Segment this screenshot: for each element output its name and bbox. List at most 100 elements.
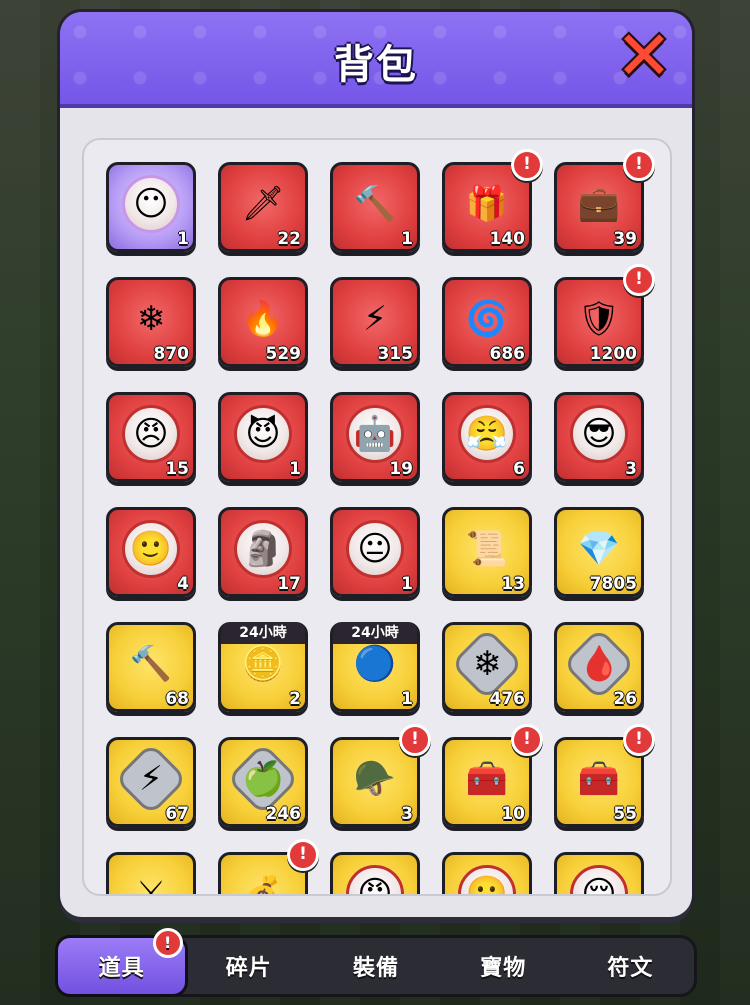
alert-badge-icon: ! bbox=[153, 928, 184, 958]
inventory-item-green-blade[interactable]: 🗡 22 bbox=[218, 162, 308, 252]
item-count: 870 bbox=[153, 344, 190, 364]
hero-shard-bandit-icon: 😎 bbox=[570, 404, 628, 463]
inventory-item-green-apple-rune[interactable]: 🍏 246 bbox=[218, 737, 308, 827]
blue-snowflake-stone-icon: ❄ bbox=[123, 291, 179, 347]
item-glyph: 😌 bbox=[581, 873, 617, 896]
inventory-item-red-fire-stone[interactable]: 🔥 529 bbox=[218, 277, 308, 367]
inventory-item-hero-shard-golem[interactable]: 🗿 17 bbox=[218, 507, 308, 597]
inventory-item-purple-gem-box[interactable]: 💼 39! bbox=[554, 149, 655, 252]
item-glyph: 💰 bbox=[241, 873, 285, 896]
category-tab-bar: 道具! 碎片 裝備 寶物 符文 bbox=[58, 928, 694, 994]
item-count: 22 bbox=[277, 229, 301, 249]
inventory-item-hero-shard-dark-hair[interactable]: 😤 6 bbox=[442, 392, 532, 482]
inventory-item-blue-diamond[interactable]: 💎 7805 bbox=[554, 507, 644, 597]
item-count: 55 bbox=[613, 804, 637, 824]
item-count: 39 bbox=[613, 229, 637, 249]
item-count: 15 bbox=[165, 459, 189, 479]
item-count: 68 bbox=[165, 689, 189, 709]
hero-shard-purple-hair-icon: 😠 bbox=[122, 404, 180, 463]
inventory-panel[interactable]: 😶 1 🗡 22 🔨 1 🎁 140! 💼 39! ❄ 870 🔥 529 ⚡ 315 🌀 686 🛡 1200! 😠 1… bbox=[82, 138, 672, 896]
tab-1[interactable]: 碎片 bbox=[185, 938, 312, 994]
duration-tag: 24小時 bbox=[333, 622, 417, 644]
item-glyph: ⚡ bbox=[363, 298, 387, 339]
inventory-item-gold-sword-badge[interactable]: ⚔ bbox=[106, 852, 196, 896]
item-count: 140 bbox=[489, 229, 526, 249]
inventory-item-purple-hammer[interactable]: 🔨 68 bbox=[106, 622, 196, 712]
inventory-item-red-drop-rune[interactable]: 🩸 26 bbox=[554, 622, 644, 712]
item-glyph: 🗿 bbox=[241, 528, 285, 569]
inventory-item-green-chest[interactable]: 🧰 55! bbox=[554, 724, 655, 827]
inventory-item-hero-shard-purple-hair[interactable]: 😠 15 bbox=[106, 392, 196, 482]
item-count: 3 bbox=[401, 804, 413, 824]
item-glyph: 😠 bbox=[133, 413, 169, 454]
gold-coins-24h-icon: 🪙 bbox=[235, 636, 291, 692]
inventory-item-blue-flower-rune[interactable]: ❄ 476 bbox=[442, 622, 532, 712]
item-count: 1 bbox=[289, 459, 301, 479]
hero-shard-gold-b-icon: 😌 bbox=[570, 864, 628, 896]
dialog-body: 😶 1 🗡 22 🔨 1 🎁 140! 💼 39! ❄ 870 🔥 529 ⚡ 315 🌀 686 🛡 1200! 😠 1… bbox=[60, 108, 692, 917]
inventory-item-gold-coins-24h[interactable]: 🪙 24小時 2 bbox=[218, 622, 308, 712]
item-glyph: 🎁 bbox=[465, 183, 509, 224]
tab-2[interactable]: 裝備 bbox=[312, 938, 439, 994]
item-glyph: 🌀 bbox=[465, 298, 509, 339]
inventory-item-hero-shard-bandit[interactable]: 😎 3 bbox=[554, 392, 644, 482]
inventory-item-orange-hammer[interactable]: 🔨 1 bbox=[330, 162, 420, 252]
item-glyph: 😐 bbox=[357, 528, 393, 569]
inventory-item-silver-coins-pack[interactable]: 💰! bbox=[218, 839, 319, 896]
hero-shard-gold-a-icon: 🙂 bbox=[458, 864, 516, 896]
item-glyph: ⚡ bbox=[139, 758, 163, 799]
inventory-item-purple-chest[interactable]: 🧰 10! bbox=[442, 724, 543, 827]
alert-badge-icon: ! bbox=[623, 264, 655, 296]
inventory-item-hero-shard-silver-hair[interactable]: 😐 1 bbox=[330, 507, 420, 597]
tab-label: 裝備 bbox=[353, 956, 400, 981]
close-button[interactable]: ✕ bbox=[614, 23, 674, 91]
inventory-item-green-wind-stone[interactable]: 🌀 686 bbox=[442, 277, 532, 367]
hero-shard-robot-icon: 🤖 bbox=[346, 404, 404, 463]
hero-shard-red-icon: 😡 bbox=[346, 864, 404, 896]
backpack-dialog: 背包 ✕ 😶 1 🗡 22 🔨 1 🎁 140! 💼 39! ❄ 870 🔥 529 ⚡ 315 🌀 686 🛡 12… bbox=[60, 12, 692, 917]
alert-badge-icon: ! bbox=[623, 149, 655, 181]
close-x-icon: ✕ bbox=[615, 17, 673, 96]
item-count: 315 bbox=[377, 344, 414, 364]
purple-chest-icon: 🧰 bbox=[459, 751, 515, 807]
inventory-item-shield-chest[interactable]: 🛡 1200! bbox=[554, 264, 655, 367]
item-count: 2 bbox=[289, 689, 301, 709]
tab-4[interactable]: 符文 bbox=[567, 938, 694, 994]
inventory-item-hero-shard-gold-b[interactable]: 😌 bbox=[554, 852, 644, 896]
item-count: 17 bbox=[277, 574, 301, 594]
inventory-item-scroll[interactable]: 📜 13 bbox=[442, 507, 532, 597]
inventory-item-blue-snowflake-stone[interactable]: ❄ 870 bbox=[106, 277, 196, 367]
item-count: 1200 bbox=[589, 344, 637, 364]
inventory-item-hero-shard-gold-a[interactable]: 🙂 bbox=[442, 852, 532, 896]
inventory-item-yellow-lightning-stone[interactable]: ⚡ 315 bbox=[330, 277, 420, 367]
item-glyph: 😈 bbox=[245, 413, 281, 454]
item-glyph: ❄ bbox=[472, 643, 502, 684]
alert-badge-icon: ! bbox=[511, 149, 543, 181]
inventory-item-hero-shard-red[interactable]: 😡 bbox=[330, 852, 420, 896]
inventory-item-hero-shard-pink[interactable]: 😶 1 bbox=[106, 162, 196, 252]
inventory-item-hero-shard-robot[interactable]: 🤖 19 bbox=[330, 392, 420, 482]
item-count: 1 bbox=[177, 229, 189, 249]
green-blade-icon: 🗡 bbox=[235, 176, 291, 232]
inventory-item-blue-coins-24h[interactable]: 🔵 24小時 1 bbox=[330, 622, 420, 712]
item-glyph: ⚔ bbox=[135, 873, 167, 896]
duration-tag: 24小時 bbox=[221, 622, 305, 644]
inventory-item-hero-shard-long-hair[interactable]: 🙂 4 bbox=[106, 507, 196, 597]
tab-0[interactable]: 道具! bbox=[58, 928, 186, 994]
item-glyph: 🤖 bbox=[353, 413, 397, 454]
red-fire-stone-icon: 🔥 bbox=[235, 291, 291, 347]
item-glyph: ❄ bbox=[136, 298, 166, 339]
tab-label: 道具 bbox=[98, 956, 145, 981]
item-glyph: 😡 bbox=[357, 873, 393, 896]
item-glyph: 🙂 bbox=[465, 873, 509, 896]
tab-3[interactable]: 寶物 bbox=[440, 938, 567, 994]
inventory-item-knight-card[interactable]: 🪖 3! bbox=[330, 724, 431, 827]
orange-hammer-icon: 🔨 bbox=[347, 176, 403, 232]
inventory-item-lightning-rune[interactable]: ⚡ 67 bbox=[106, 737, 196, 827]
inventory-item-treasure-chest-gems[interactable]: 🎁 140! bbox=[442, 149, 543, 252]
item-count: 13 bbox=[501, 574, 525, 594]
scroll-icon: 📜 bbox=[459, 521, 515, 577]
shield-chest-icon: 🛡 bbox=[571, 291, 627, 347]
item-count: 529 bbox=[265, 344, 302, 364]
inventory-item-hero-shard-blue[interactable]: 😈 1 bbox=[218, 392, 308, 482]
